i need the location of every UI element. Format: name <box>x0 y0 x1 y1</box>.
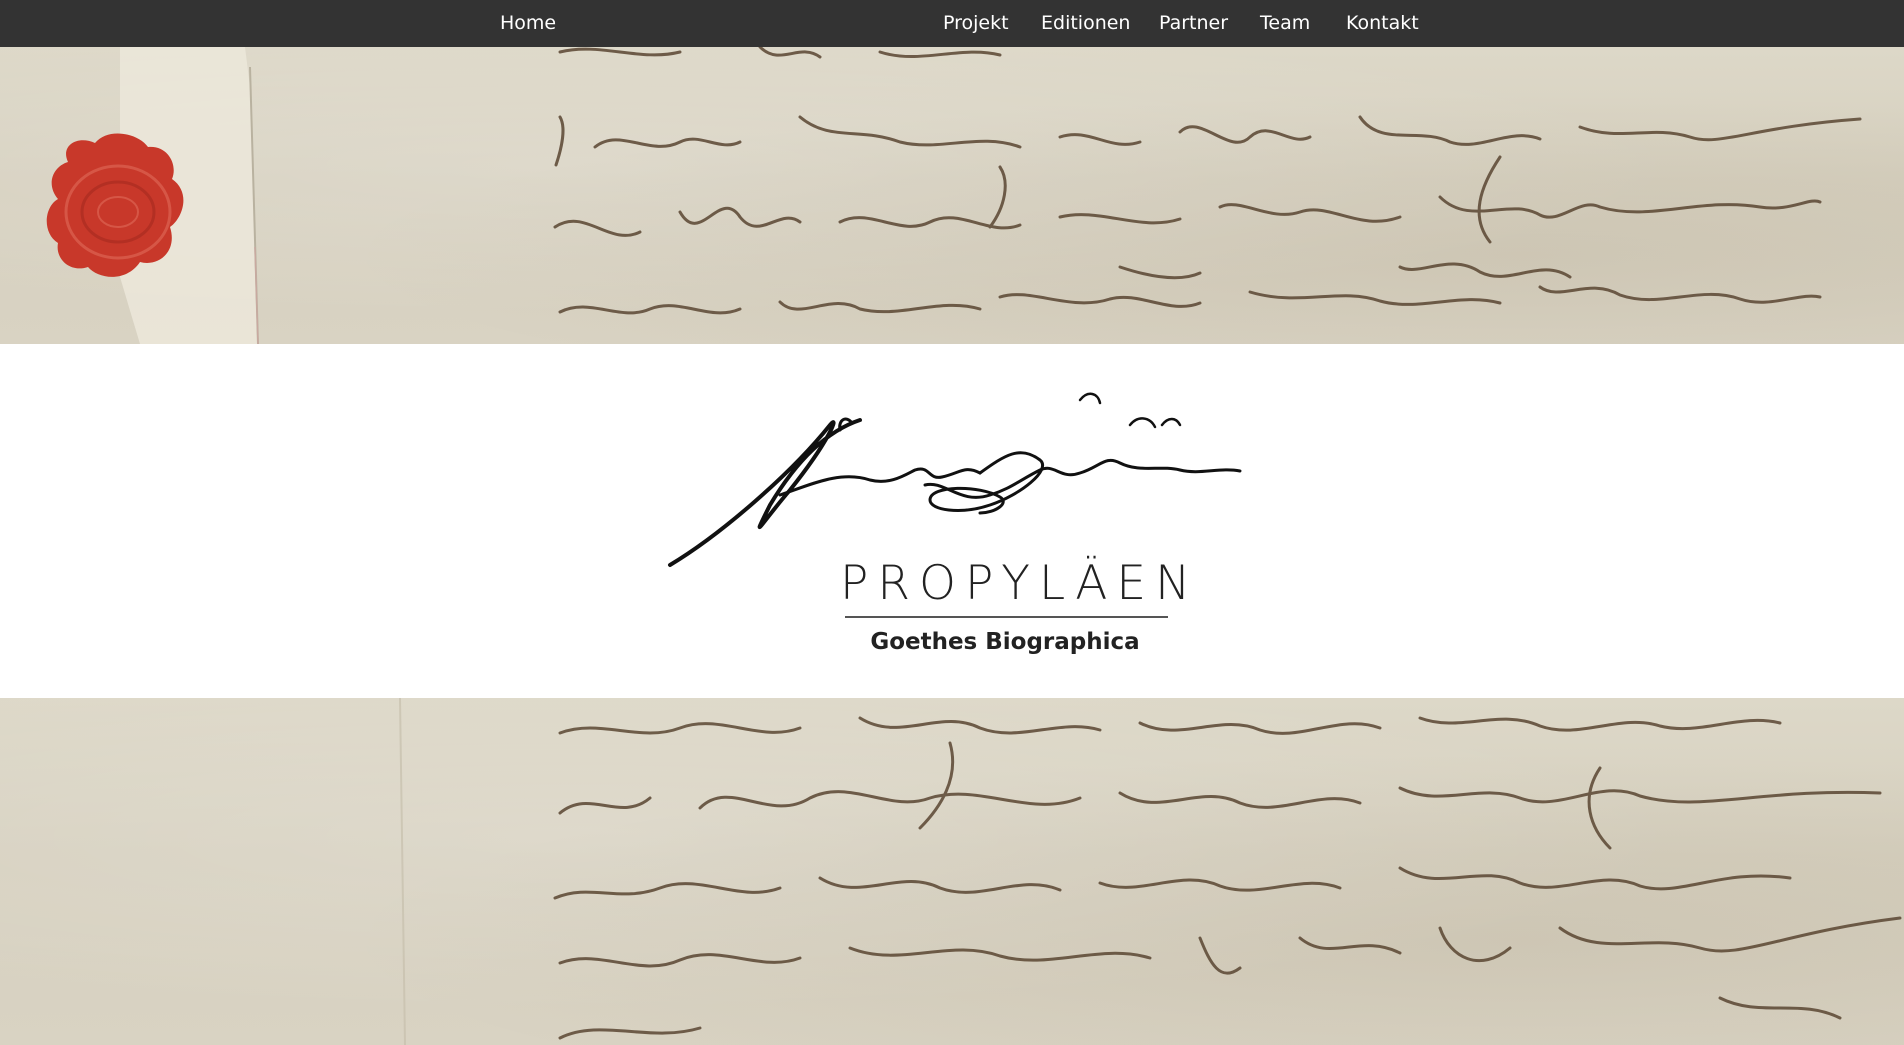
page: Home Projekt Editionen Partner Team Kont… <box>0 0 1904 1045</box>
brand-divider <box>845 616 1168 618</box>
nav-editionen[interactable]: Editionen <box>1041 0 1130 47</box>
brand-title: PROPYLÄEN <box>840 556 1200 611</box>
nav-team[interactable]: Team <box>1260 0 1310 47</box>
manuscript-header-image <box>0 47 1904 344</box>
manuscript-handwriting-bottom <box>399 698 1902 1045</box>
nav-home[interactable]: Home <box>500 0 556 47</box>
top-navbar: Home Projekt Editionen Partner Team Kont… <box>0 0 1904 47</box>
nav-projekt[interactable]: Projekt <box>943 0 1009 47</box>
nav-partner[interactable]: Partner <box>1159 0 1228 47</box>
nav-kontakt[interactable]: Kontakt <box>1346 0 1419 47</box>
brand-subtitle: Goethes Biographica <box>870 629 1140 655</box>
wax-seal-icon <box>46 133 184 277</box>
goethe-signature-logo <box>668 392 1242 567</box>
manuscript-handwriting-top <box>46 47 1862 344</box>
manuscript-footer-image <box>0 698 1904 1045</box>
